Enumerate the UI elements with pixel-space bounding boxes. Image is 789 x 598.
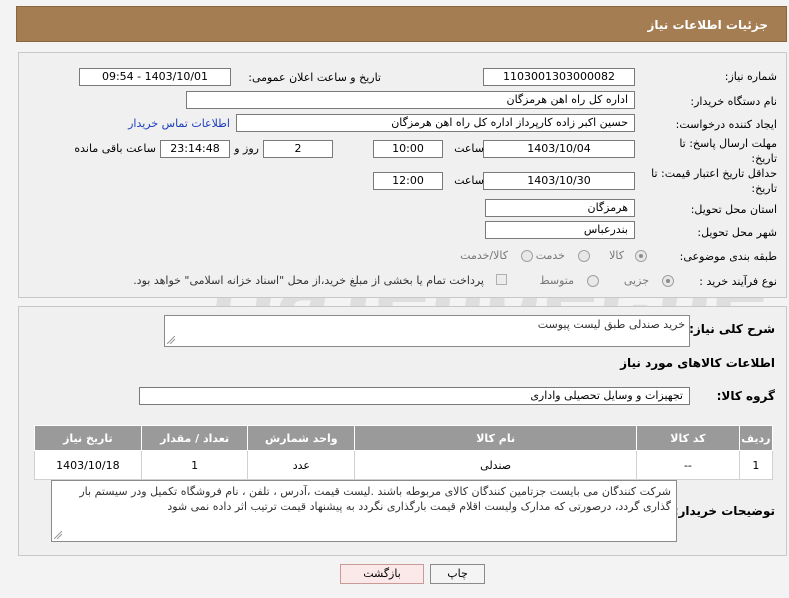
need-number-field: 1103001303000082: [483, 68, 635, 86]
resize-handle-icon: [54, 531, 62, 539]
summary-label: شرح کلی نیاز:: [689, 322, 775, 336]
cell-need-date: 1403/10/18: [34, 450, 142, 480]
goods-group-field: تجهیزات و وسایل تحصیلی واداری: [139, 387, 690, 405]
days-label: روز و: [234, 142, 259, 155]
goods-table: ردیف کد کالا نام کالا واحد شمارش تعداد /…: [34, 425, 774, 480]
validity-label-line2: تاریخ:: [751, 182, 777, 195]
buyer-org-label: نام دستگاه خریدار:: [690, 95, 777, 108]
summary-text: خرید صندلی طبق لیست پیوست: [537, 318, 685, 331]
summary-textarea: خرید صندلی طبق لیست پیوست: [164, 315, 690, 347]
col-unit: واحد شمارش: [247, 425, 356, 451]
deadline-label: مهلت ارسال پاسخ: تا تاریخ:: [679, 136, 777, 166]
buyer-notes-text: شرکت کنندگان می بایست جزتامین کنندگان کا…: [79, 485, 671, 513]
col-need-date: تاریخ نیاز: [34, 425, 142, 451]
announce-label: تاریخ و ساعت اعلان عمومی:: [248, 71, 381, 84]
category-goods-label: کالا: [609, 249, 624, 262]
process-label: نوع فرآیند خرید :: [699, 275, 777, 288]
city-field: بندرعباس: [485, 221, 635, 239]
back-button[interactable]: بازگشت: [340, 564, 424, 584]
buyer-notes-textarea: شرکت کنندگان می بایست جزتامین کنندگان کا…: [51, 480, 677, 542]
col-row: ردیف: [738, 425, 774, 451]
announce-field: 1403/10/01 - 09:54: [79, 68, 231, 86]
deadline-date-field: 1403/10/04: [483, 140, 635, 158]
category-service-label: خدمت: [535, 249, 565, 262]
process-minor-radio[interactable]: [662, 275, 674, 287]
requester-field: حسین اکبر زاده کارپرداز اداره کل راه اهن…: [236, 114, 635, 132]
goods-info-title: اطلاعات کالاهای مورد نیاز: [620, 356, 775, 370]
category-both-label: کالا/خدمت: [460, 249, 508, 262]
deadline-time-field: 10:00: [373, 140, 443, 158]
col-qty: تعداد / مقدار: [140, 425, 249, 451]
validity-time-field: 12:00: [373, 172, 443, 190]
resize-handle-icon: [167, 336, 175, 344]
cell-code: --: [636, 450, 740, 480]
cell-qty: 1: [140, 450, 249, 480]
category-label: طبقه بندی موضوعی:: [679, 250, 777, 263]
validity-label-line1: حداقل تاریخ اعتبار قیمت: تا: [651, 167, 777, 180]
deadline-label-line2: تاریخ:: [751, 152, 777, 165]
province-label: استان محل تحویل:: [690, 203, 777, 216]
validity-date-field: 1403/10/30: [483, 172, 635, 190]
remaining-time-label: ساعت باقی مانده: [74, 142, 156, 155]
remaining-time-field: 23:14:48: [160, 140, 230, 158]
validity-label: حداقل تاریخ اعتبار قیمت: تا تاریخ:: [651, 166, 777, 196]
page-title: جزئیات اطلاعات نیاز: [647, 18, 768, 32]
category-goods-radio[interactable]: [635, 250, 647, 262]
buyer-contact-link[interactable]: اطلاعات تماس خریدار: [128, 117, 230, 130]
col-code: کد کالا: [636, 425, 740, 451]
buyer-notes-label: توضیحات خریدار:: [673, 504, 775, 518]
table-row: 1 -- صندلی عدد 1 1403/10/18: [34, 450, 774, 480]
process-medium-radio[interactable]: [587, 275, 599, 287]
deadline-time-label: ساعت: [454, 142, 484, 155]
deadline-label-line1: مهلت ارسال پاسخ: تا: [679, 137, 777, 150]
category-both-radio[interactable]: [521, 250, 533, 262]
treasury-payment-checkbox[interactable]: [496, 274, 507, 285]
print-button[interactable]: چاپ: [430, 564, 485, 584]
treasury-payment-note: پرداخت تمام یا بخشی از مبلغ خرید،از محل …: [133, 274, 484, 287]
requester-label: ایجاد کننده درخواست:: [675, 118, 777, 131]
goods-group-label: گروه کالا:: [716, 389, 775, 403]
cell-unit: عدد: [247, 450, 356, 480]
need-number-label: شماره نیاز:: [724, 70, 777, 83]
category-service-radio[interactable]: [578, 250, 590, 262]
goods-table-header: ردیف کد کالا نام کالا واحد شمارش تعداد /…: [34, 425, 774, 451]
goods-table-wrap: ردیف کد کالا نام کالا واحد شمارش تعداد /…: [34, 425, 774, 480]
process-medium-label: متوسط: [539, 274, 574, 287]
page-header: جزئیات اطلاعات نیاز: [16, 6, 787, 42]
cell-row: 1: [738, 450, 774, 480]
city-label: شهر محل تحویل:: [697, 226, 777, 239]
province-field: هرمزگان: [485, 199, 635, 217]
days-field: 2: [263, 140, 333, 158]
buyer-org-field: اداره کل راه اهن هرمزگان: [186, 91, 635, 109]
cell-name: صندلی: [354, 450, 638, 480]
col-name: نام کالا: [354, 425, 638, 451]
validity-time-label: ساعت: [454, 174, 484, 187]
process-minor-label: جزیی: [623, 274, 649, 287]
